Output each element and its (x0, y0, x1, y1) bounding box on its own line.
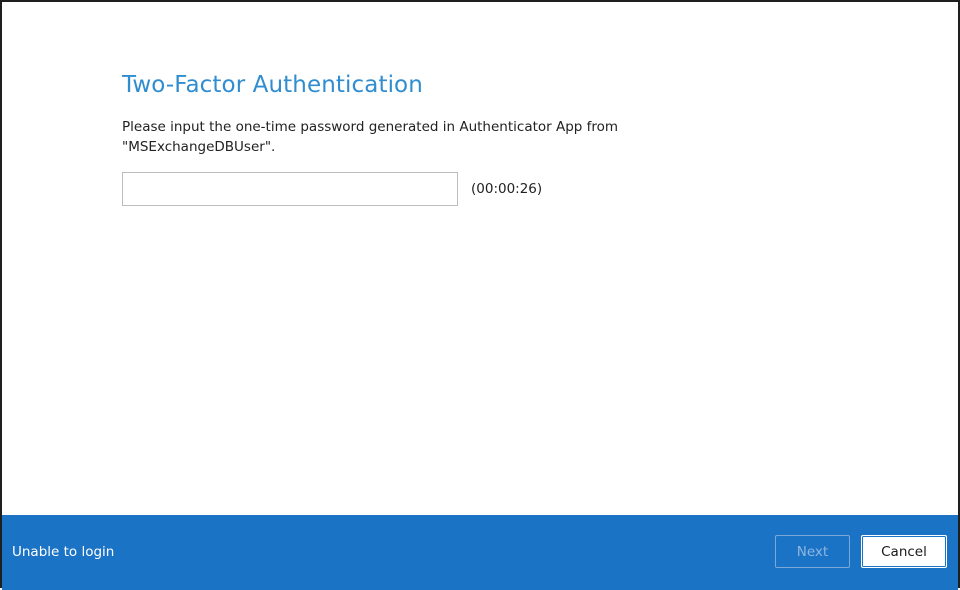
next-button[interactable]: Next (775, 535, 850, 568)
unable-to-login-link[interactable]: Unable to login (12, 544, 114, 560)
otp-input[interactable] (122, 172, 458, 206)
otp-timer: (00:00:26) (471, 181, 543, 197)
footer-bar: Unable to login Next Cancel (2, 515, 958, 590)
cancel-button[interactable]: Cancel (861, 535, 947, 568)
page-title: Two-Factor Authentication (122, 72, 423, 98)
instructions-text: Please input the one-time password gener… (122, 119, 619, 155)
dialog-content: Two-Factor Authentication Please input t… (122, 68, 882, 206)
otp-row: (00:00:26) (122, 172, 882, 206)
dialog-window: Two-Factor Authentication Please input t… (0, 0, 960, 590)
